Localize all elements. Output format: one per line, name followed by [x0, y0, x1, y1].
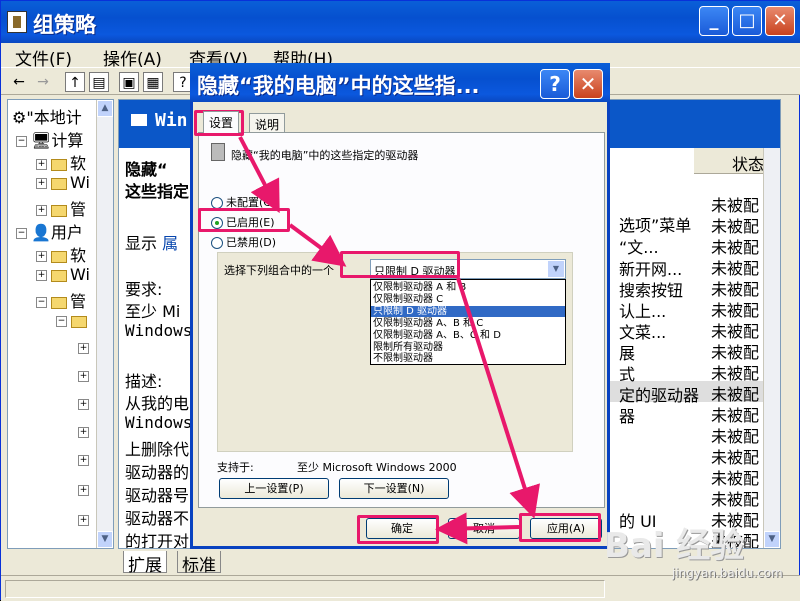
- tab-settings[interactable]: 设置: [203, 111, 240, 133]
- arrow-enabled-to-combo: [288, 223, 347, 267]
- baidu-watermark: Bai 经验: [604, 526, 745, 566]
- arrow-combo-to-apply: [456, 277, 540, 519]
- arrow-apply-to-ok: [435, 512, 520, 545]
- arrow-tab-to-enabled: [238, 136, 280, 214]
- annotation-arrows: [238, 136, 540, 545]
- baidu-watermark-url: jingyan.baidu.com: [672, 566, 783, 580]
